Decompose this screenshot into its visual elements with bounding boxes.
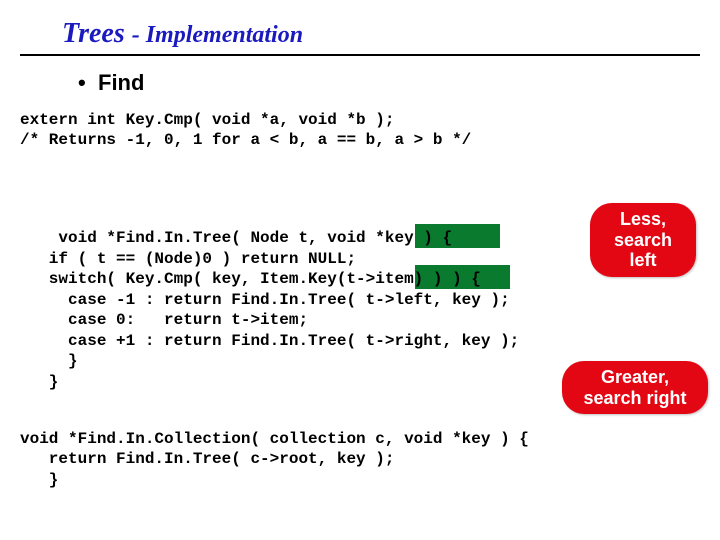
title-rule [20, 54, 700, 56]
spacer2 [20, 413, 700, 429]
code-block-1: extern int Key.Cmp( void *a, void *b ); … [20, 110, 700, 151]
bullet-dot: • [78, 70, 98, 96]
callout-greater-line2: search right [576, 388, 694, 409]
callout-less-line3: left [604, 250, 682, 271]
title-part1: Trees [62, 18, 132, 49]
code-block-2-text: void *Find.In.Tree( Node t, void *key ) … [20, 229, 519, 390]
slide: Trees - Implementation •Find extern int … [0, 0, 720, 510]
bullet-text: Find [98, 70, 144, 95]
callout-greater-line1: Greater, [576, 367, 694, 388]
callout-less-line1: Less, [604, 209, 682, 230]
code-block-3: void *Find.In.Collection( collection c, … [20, 429, 700, 490]
bullet-find: •Find [78, 70, 700, 96]
callout-less: Less, search left [590, 203, 696, 277]
callout-greater: Greater, search right [562, 361, 708, 414]
slide-title: Trees - Implementation [62, 18, 700, 50]
title-part2: - Implementation [132, 22, 303, 48]
spacer [20, 151, 700, 167]
callout-less-line2: search [604, 230, 682, 251]
